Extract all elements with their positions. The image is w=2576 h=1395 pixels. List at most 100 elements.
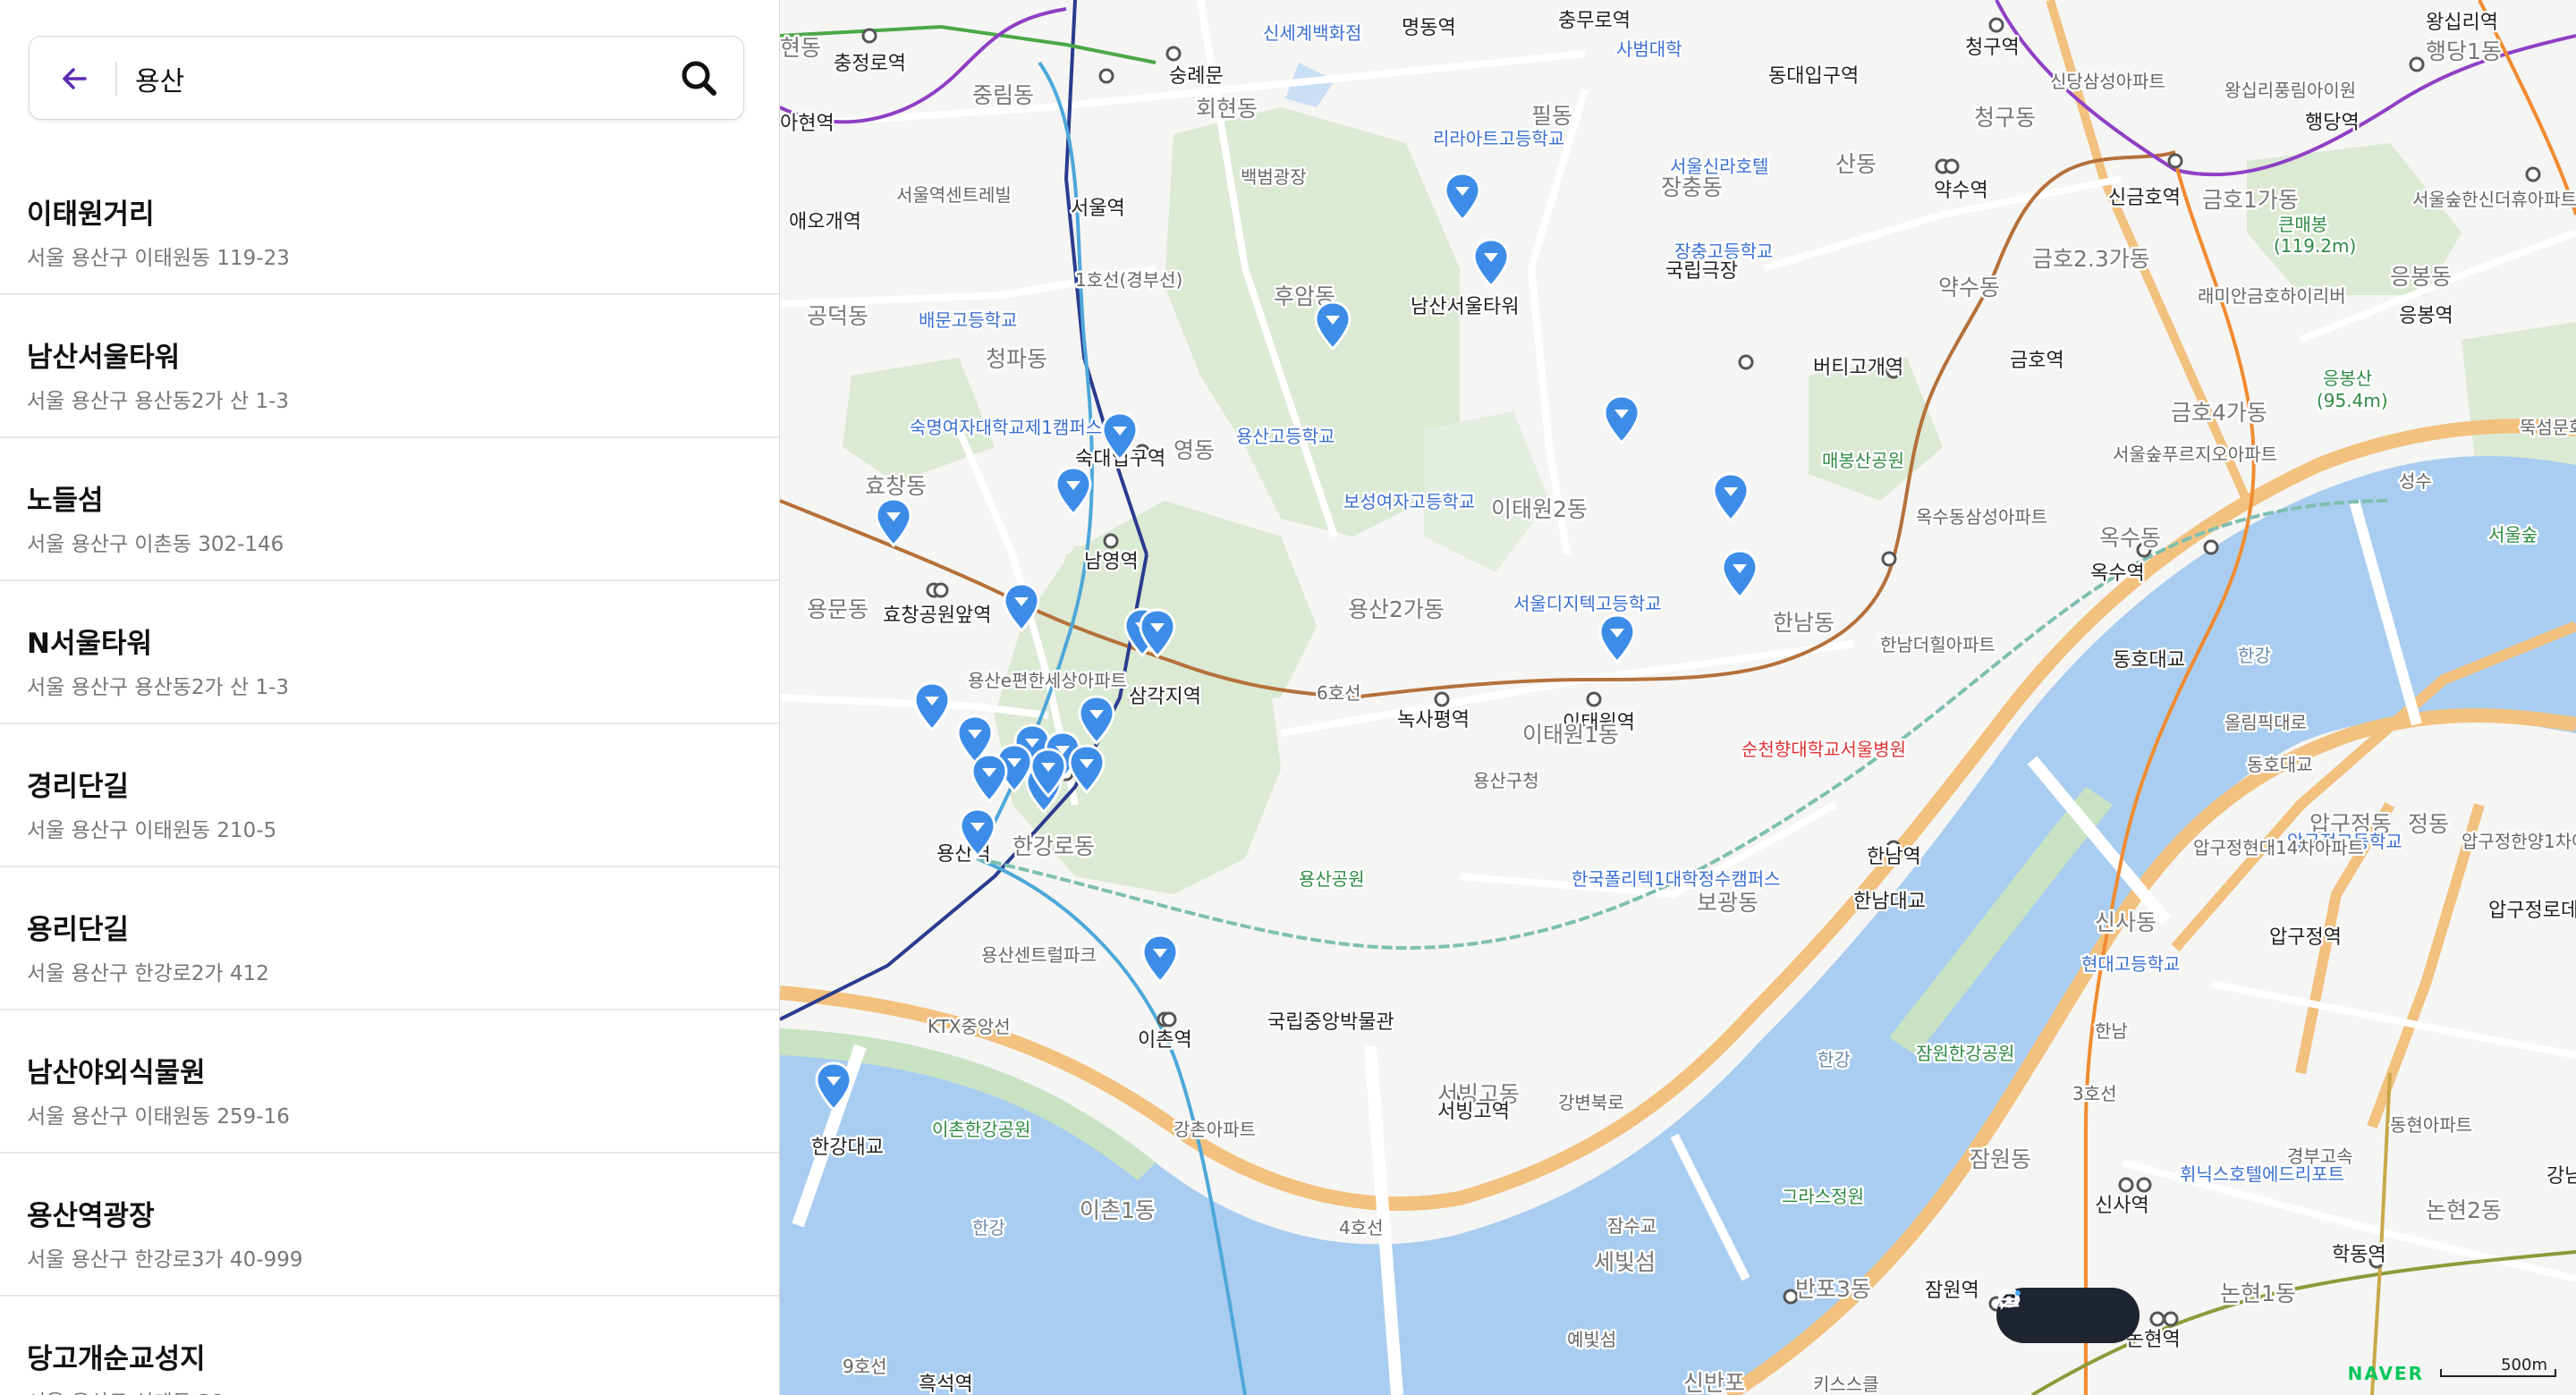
search-result-item[interactable]: 경리단길 서울 용산구 이태원동 210-5 [0,724,779,867]
map-label-hannamyeok: 한남역 [1867,846,1921,868]
map-label-cheonggu: 청구역 [1965,37,2020,59]
map-label-soonchunhyang: 순천향대학교서울병원 [1741,739,1906,760]
map-label-samgakji: 삼각지역 [1129,686,1201,708]
map-label-seobinggoyeok: 서빙고역 [1437,1101,1510,1123]
map-label-hoehyeon: 회현동 [1196,96,1258,122]
map-label-chungjeongno: 충정로역 [834,53,906,75]
map-label-bosung: 보성여자고등학교 [1343,491,1475,512]
search-bar [29,36,744,120]
search-result-item[interactable]: 남산야외식물원 서울 용산구 이태원동 259-16 [0,1010,779,1154]
map-label-dongho: 동호대교 [2113,649,2185,672]
map-label-myeongdong: 명동역 [1402,17,1456,39]
search-divider [115,62,117,96]
station-dot [861,28,877,44]
map-label-apgujeonghanyang: 압구정한양1차아파트 [2462,831,2576,852]
map-label-bogwang: 보광동 [1697,890,1758,916]
map-label-sinsayeok: 신사역 [2095,1195,2149,1217]
map-label-ungbongsan: 응봉산 [2323,368,2372,389]
map-label-hannam_ic: 한남 [2095,1020,2128,1042]
station-dot [2167,153,2183,169]
map-label-beotigae: 버티고개역 [1813,357,1903,379]
map-label-yongsangu: 용산구청 [1473,770,1539,791]
map-label-baemun: 배문고등학교 [919,309,1017,331]
station-dot [1165,46,1182,62]
search-result-item[interactable]: N서울타워 서울 용산구 용산동2가 산 1-3 [0,581,779,724]
map-view[interactable]: 충정로역 중림동 숭례문 회현동 신세계백화점 명동역 충무로역 사범대학 동대입구역 필동 청구역… [780,0,2576,1395]
map-label-heukseok: 흑석역 [919,1374,973,1395]
map-label-yongsanpark: 용산공원 [1299,868,1365,890]
station-dot [2118,1177,2134,1193]
map-label-yaksu: 약수역 [1934,180,1988,202]
search-result-item[interactable]: 이태원거리 서울 용산구 이태원동 119-23 [0,152,779,295]
search-input[interactable] [135,51,636,106]
map-label-hangang3: 한강 [972,1217,1005,1239]
map-label-geumho23: 금호2.3가동 [2032,246,2150,272]
map-label-dongheon: 동현아파트 [2390,1114,2472,1136]
map-label-hyochang: 효창동 [865,473,927,499]
map-label-seoulsupdong: 서울숲 [2488,524,2538,545]
map-label-geumho4: 금호4가동 [2171,400,2267,426]
map-label-cheonggudong: 청구동 [1974,105,2036,131]
result-name: 경리단길 [27,771,130,803]
map-label-jamwonyeok: 잠원역 [1925,1280,1979,1302]
search-result-item[interactable]: 당고개순교성지서울 용산구 신계동 38 [0,1297,779,1395]
map-label-apgujeongyeok: 압구정역 [2269,926,2342,949]
result-name: 용산역광장 [27,1200,155,1232]
map-label-hangangr2: 한강 [1818,1049,1851,1070]
map-label-hakdong: 학동역 [2332,1244,2386,1266]
map-label-nonhyeon1: 논현1동 [2220,1281,2296,1306]
search-result-item[interactable]: 남산서울타워 서울 용산구 용산동2가 산 1-3 [0,295,779,438]
map-label-ttukseom: 뚝섬문화예술공원 [2520,417,2576,438]
map-label-ungbongsan_h: (95.4m) [2317,390,2388,411]
result-address: 서울 용산구 신계동 38 [27,1390,779,1395]
list-icon[interactable] [1998,1290,2118,1330]
map-label-gangnam: 강남 [2546,1165,2576,1188]
eye-icon[interactable] [1997,1290,2082,1330]
search-button[interactable] [674,53,725,105]
search-result-item[interactable]: 용리단길서울 용산구 한강로2가 412 [0,867,779,1010]
station-dot [1586,691,1602,707]
map-label-geumhoyeok: 금호역 [2010,350,2064,372]
map-label-ollimpic: 올림픽대로 [2224,712,2307,733]
station-dot [1988,17,2004,33]
map-label-hangangdaegyo: 한강대교 [811,1137,884,1159]
map-label-yebitseom: 예빛섬 [1567,1329,1616,1350]
map-label-keunmaebong_h: (119.2m) [2274,235,2356,257]
map-label-gungnipgeukjang: 국립극장 [1665,260,1738,283]
search-result-item[interactable]: 용산역광장 서울 용산구 한강로3가 40-999 [0,1154,779,1297]
station-dot [1161,1011,1177,1027]
map-label-hangangro: 한강로동 [1013,833,1095,859]
map-label-hannamdaegyo: 한남대교 [1853,891,1926,913]
map-label-nonhyeonyeok: 논현역 [2126,1329,2181,1351]
map-label-yongsanetown: 용산e편한세상아파트 [968,670,1127,691]
map-label-sindang: 신당삼성아파트 [2050,71,2165,92]
map-label-supuruji: 서울숲푸르지오아파트 [2113,444,2277,465]
map-label-raemian: 래미안금호하이리버 [2198,285,2346,307]
map-label-sabeom: 사범대학 [1616,38,1682,60]
map-label-jungnim: 중림동 [972,82,1034,108]
map-label-wangsimni: 왕십리역 [2426,12,2498,34]
map-label-jamwonpark: 잠원한강공원 [1916,1043,2014,1064]
map-label-jangchung: 장충동 [1661,174,1723,200]
back-button[interactable] [51,55,99,103]
result-name: 당고개순교성지 [27,1343,206,1375]
map-label-yonggo: 용산고등학교 [1236,426,1335,447]
map-label-shinsegae: 신세계백화점 [1263,22,1361,44]
result-address: 서울 용산구 한강로2가 412 [27,962,269,985]
result-name: 남산야외식물원 [27,1057,206,1089]
map-label-namyoung: 남영역 [1084,551,1139,573]
search-result-item[interactable]: 노들섬 서울 용산구 이촌동 302-146 [0,438,779,581]
result-name: 용리단길 [27,914,130,946]
chat-bubble-icon[interactable] [1998,1289,2046,1330]
map-label-dongho_jc: 동호대교 [2247,754,2313,775]
result-address: 서울 용산구 용산동2가 산 1-3 [27,390,290,413]
map-canvas[interactable]: 충정로역중림동 숭례문회현동 신세계백화점 명동역 충무로역사범대학동대입구역필동 청구역… [780,0,2576,1395]
map-label-ktx: KTX중앙선 [928,1016,1011,1037]
result-address: 서울 용산구 이촌동 302-146 [27,533,284,556]
map-label-ichonyeok: 이촌역 [1138,1029,1192,1052]
map-label-yongsan2: 용산2가동 [1348,596,1445,622]
map-label-line9: 9호선 [843,1356,887,1377]
station-dot [2149,1311,2165,1327]
result-address: 서울 용산구 이태원동 119-23 [27,247,290,270]
map-label-ungbongyeok: 응봉역 [2399,305,2453,327]
